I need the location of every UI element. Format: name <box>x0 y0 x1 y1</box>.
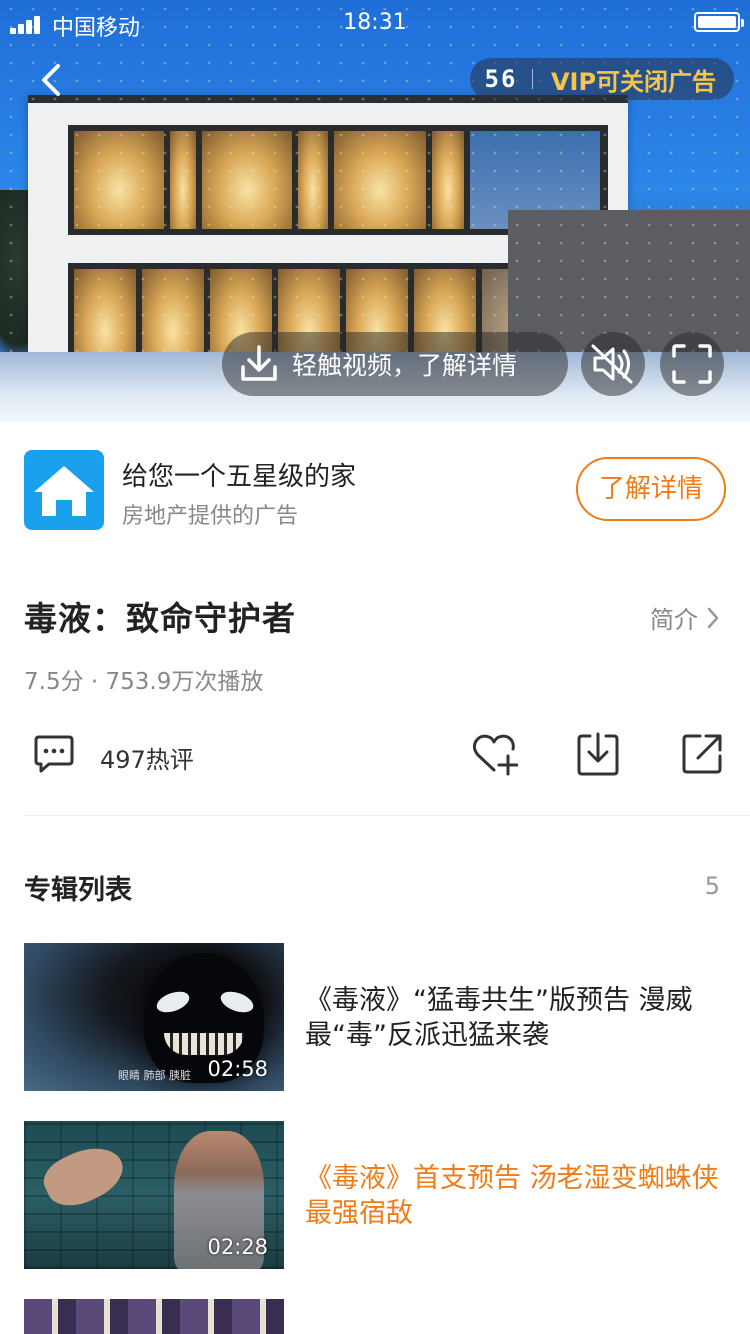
download-icon <box>241 345 277 381</box>
video-player[interactable]: 中国移动 18:31 56 VIP可关闭广告 轻触视频，了解详情 <box>0 0 750 422</box>
video-duration: 02:58 <box>207 1057 268 1081</box>
intro-label: 简介 <box>650 606 698 634</box>
intro-link[interactable]: 简介 <box>650 600 720 635</box>
album-item[interactable]: 02:28 《毒液》首支预告 汤老湿变蜘蛛侠最强宿敌 <box>24 1121 726 1269</box>
share-icon[interactable] <box>678 730 726 778</box>
chevron-right-icon <box>707 607 719 628</box>
status-bar: 中国移动 18:31 <box>0 0 750 48</box>
album-item-title-active: 《毒液》首支预告 汤老湿变蜘蛛侠最强宿敌 <box>305 1163 719 1229</box>
video-thumbnail: 02:28 <box>24 1121 284 1269</box>
thumbnail-caption: 眼睛 肺部 胰脏 <box>118 1069 191 1082</box>
fullscreen-icon <box>672 344 712 384</box>
album-count: 5 <box>704 872 720 900</box>
clock: 18:31 <box>343 10 407 35</box>
house-icon <box>34 466 94 516</box>
back-icon[interactable] <box>34 60 74 100</box>
ad-title: 给您一个五星级的家 <box>122 462 357 492</box>
ad-logo <box>24 450 104 530</box>
battery-icon <box>694 12 744 32</box>
learn-more-button[interactable]: 了解详情 <box>576 457 726 521</box>
video-duration: 02:28 <box>207 1235 268 1259</box>
album-item-title: 《毒液》“猛毒共生”版预告 漫威最“毒”反派迅猛来袭 <box>305 985 693 1051</box>
video-thumbnail: 眼睛 肺部 胰脏 02:58 <box>24 943 284 1091</box>
ad-skip-badge[interactable]: 56 VIP可关闭广告 <box>470 58 734 100</box>
vip-close-ad-label: VIP可关闭广告 <box>550 67 717 96</box>
comment-icon[interactable] <box>32 734 76 774</box>
video-detail-label: 轻触视频，了解详情 <box>292 351 518 380</box>
speaker-muted-icon <box>591 344 633 384</box>
ad-countdown: 56 <box>484 65 518 93</box>
video-thumbnail[interactable] <box>24 1299 284 1334</box>
video-detail-button[interactable]: 轻触视频，了解详情 <box>222 332 568 396</box>
mute-button[interactable] <box>581 332 645 396</box>
album-item[interactable]: 眼睛 肺部 胰脏 02:58 《毒液》“猛毒共生”版预告 漫威最“毒”反派迅猛来… <box>24 943 726 1091</box>
fullscreen-button[interactable] <box>660 332 724 396</box>
download-icon[interactable] <box>574 730 622 778</box>
album-title: 专辑列表 <box>24 875 132 906</box>
movie-meta: 7.5分 · 753.9万次播放 <box>24 669 264 695</box>
ad-subtitle: 房地产提供的广告 <box>122 504 299 529</box>
movie-title: 毒液：致命守护者 <box>24 599 296 638</box>
divider <box>24 815 750 816</box>
ad-info-row[interactable]: 给您一个五星级的家 房地产提供的广告 了解详情 <box>0 422 750 550</box>
comment-count[interactable]: 497热评 <box>100 740 194 775</box>
favorite-add-icon[interactable] <box>470 730 518 778</box>
